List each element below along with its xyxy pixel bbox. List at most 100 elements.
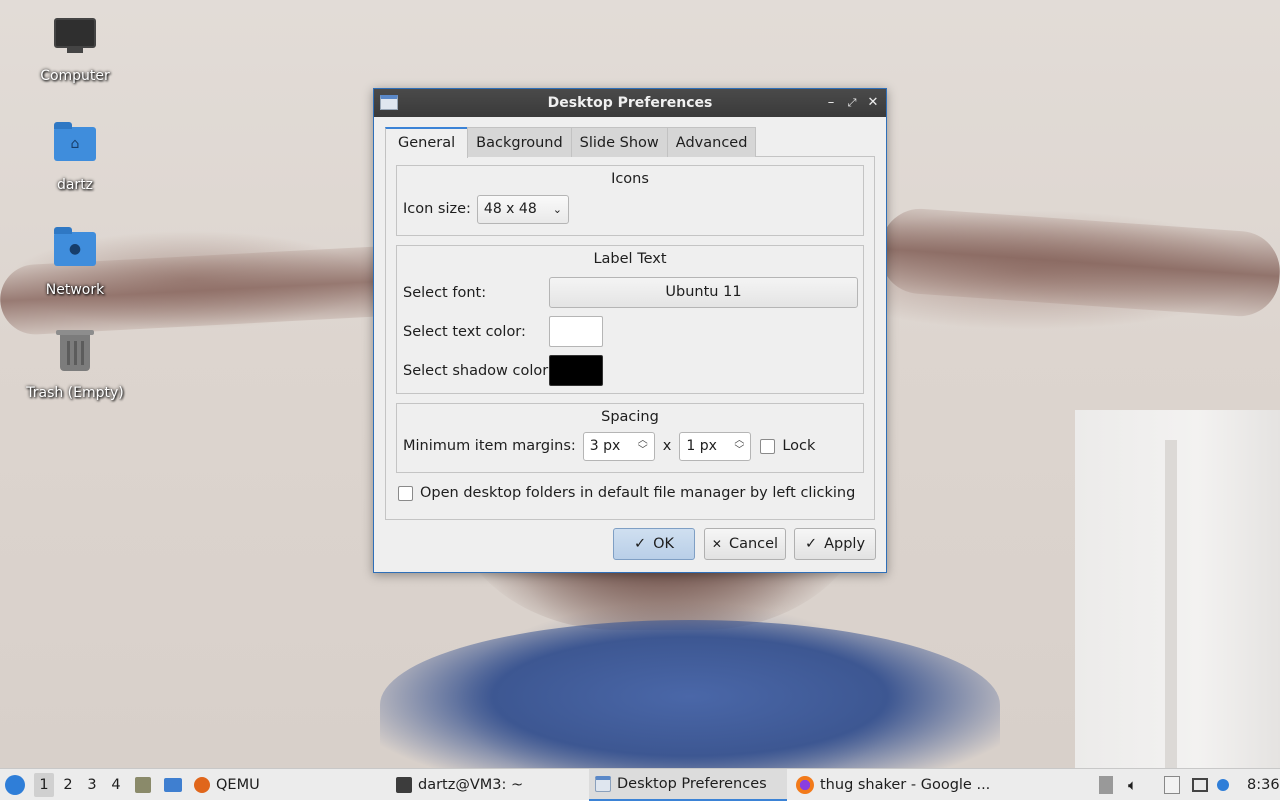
firefox-icon <box>796 776 814 794</box>
shadow-color-label: Select shadow color: <box>403 362 553 379</box>
text-color-button[interactable] <box>549 316 603 347</box>
tray-network[interactable] <box>1192 769 1208 801</box>
apply-button[interactable]: ✓ Apply <box>794 528 876 560</box>
icon-size-label: Icon size: <box>403 201 471 217</box>
desktop-icon-label: dartz <box>56 177 94 193</box>
clipboard-icon <box>1164 776 1180 794</box>
close-icon[interactable]: ✕ <box>864 93 882 113</box>
tab-advanced[interactable]: Advanced <box>666 127 757 157</box>
spacing-frame-title: Spacing <box>601 409 659 425</box>
dialog-button-row: ✓ OK ✕ Cancel ✓ Apply <box>385 528 876 560</box>
desktop-preferences-dialog: Desktop Preferences – ⤢ ✕ General Backgr… <box>373 88 887 573</box>
task-label: Desktop Preferences <box>617 776 767 792</box>
desktop-icon-label: Computer <box>40 68 110 84</box>
wallpaper-arm-right <box>877 206 1280 319</box>
workspace-3[interactable]: 3 <box>82 777 102 793</box>
tab-bar: General Background Slide Show Advanced <box>385 127 875 158</box>
lock-checkbox[interactable] <box>760 438 776 454</box>
clock[interactable]: 8:36 <box>1247 769 1280 801</box>
item-margins-label: Minimum item margins: <box>403 438 576 454</box>
wallpaper-jeans <box>380 620 1000 768</box>
task-qemu[interactable]: QEMU <box>188 769 266 801</box>
taskbar: 1 2 3 4 QEMU dartz@VM3: ~ Desktop Prefer… <box>0 768 1280 801</box>
network-icon <box>1192 778 1208 792</box>
tray-updates[interactable] <box>1217 769 1229 801</box>
icons-frame: Icons Icon size: 48 x 48 ⌄ <box>396 165 864 236</box>
ok-button[interactable]: ✓ OK <box>613 528 695 560</box>
wallpaper-door <box>1075 410 1280 768</box>
wallpaper-door-edge <box>1165 440 1177 768</box>
general-tab-page: Icons Icon size: 48 x 48 ⌄ Label Text Se… <box>385 156 875 520</box>
dialog-titlebar[interactable]: Desktop Preferences – ⤢ ✕ <box>374 89 886 117</box>
desktop-icon-network[interactable]: ● Network <box>20 226 130 298</box>
network-folder-icon: ● <box>53 227 97 276</box>
workspace-1[interactable]: 1 <box>34 773 54 797</box>
text-color-label: Select text color: <box>403 323 526 340</box>
icon-size-value: 48 x 48 <box>483 201 537 217</box>
lock-label: Lock <box>782 438 816 454</box>
tray-volume[interactable]: 🔈︎ <box>1128 769 1137 801</box>
workspace-4[interactable]: 4 <box>106 777 126 793</box>
file-manager-launcher[interactable] <box>135 769 151 801</box>
maximize-icon[interactable]: ⤢ <box>843 93 861 113</box>
cancel-button[interactable]: ✕ Cancel <box>704 528 786 560</box>
workspace-switcher: 1 2 3 4 <box>34 769 126 801</box>
task-terminal[interactable]: dartz@VM3: ~ <box>390 769 529 801</box>
margin-y-value: 1 px <box>686 438 717 454</box>
margin-x-value: 3 px <box>589 438 621 454</box>
select-font-label: Select font: <box>403 284 487 301</box>
checkmark-icon: ✓ <box>804 536 818 552</box>
apply-button-label: Apply <box>824 536 866 552</box>
task-label: thug shaker - Google ... <box>820 777 991 793</box>
ok-button-label: OK <box>653 536 675 552</box>
checkmark-icon: ✓ <box>633 536 647 552</box>
spin-arrows-icon[interactable]: ︿ ﹀ <box>734 436 744 456</box>
cancel-x-icon: ✕ <box>711 537 722 551</box>
home-folder-icon: ⌂ <box>53 122 97 171</box>
tray-eject[interactable] <box>1099 769 1113 801</box>
open-folders-label: Open desktop folders in default file man… <box>420 485 856 501</box>
computer-icon <box>53 18 97 62</box>
tab-slide-show[interactable]: Slide Show <box>570 127 668 157</box>
task-firefox[interactable]: thug shaker - Google ... <box>790 769 996 801</box>
file-manager-icon <box>135 777 151 793</box>
task-label: dartz@VM3: ~ <box>418 777 524 793</box>
desktop-icon-label: Trash (Empty) <box>26 385 124 401</box>
show-desktop-launcher[interactable] <box>164 769 182 801</box>
spacing-frame: Spacing Minimum item margins: 3 px ︿ ﹀ x … <box>396 403 864 473</box>
workspace-2[interactable]: 2 <box>58 777 78 793</box>
window-app-icon[interactable] <box>380 95 398 110</box>
margin-x-spinbox[interactable]: 3 px ︿ ﹀ <box>582 431 655 461</box>
eject-icon <box>1099 776 1113 794</box>
window-icon <box>595 776 611 792</box>
label-text-frame-title: Label Text <box>593 251 667 267</box>
icons-frame-title: Icons <box>611 171 649 187</box>
icon-size-dropdown[interactable]: 48 x 48 ⌄ <box>476 194 569 224</box>
tab-general[interactable]: General <box>385 127 469 158</box>
start-menu-button[interactable] <box>5 769 25 801</box>
lubuntu-logo-icon <box>5 775 25 795</box>
shadow-color-button[interactable] <box>549 355 603 386</box>
chevron-down-icon: ⌄ <box>552 202 562 216</box>
qemu-icon <box>194 777 210 793</box>
terminal-icon <box>396 777 412 793</box>
tab-background[interactable]: Background <box>467 127 572 157</box>
spin-arrows-icon[interactable]: ︿ ﹀ <box>638 436 648 456</box>
open-folders-checkbox[interactable] <box>398 485 413 501</box>
desktop-icon-label: Network <box>45 282 105 298</box>
tray-clipboard[interactable] <box>1164 769 1180 801</box>
cancel-button-label: Cancel <box>728 536 779 552</box>
trash-icon <box>53 330 97 379</box>
task-label: QEMU <box>216 777 260 793</box>
desktop-icon-computer[interactable]: Computer <box>20 16 130 84</box>
margin-y-spinbox[interactable]: 1 px ︿ ﹀ <box>679 431 752 461</box>
select-font-button[interactable]: Ubuntu 11 <box>549 277 858 308</box>
minimize-icon[interactable]: – <box>822 93 840 113</box>
label-text-frame: Label Text Select font: Ubuntu 11 Select… <box>396 245 864 394</box>
margin-separator: x <box>662 438 672 454</box>
task-desktop-preferences[interactable]: Desktop Preferences <box>589 769 787 801</box>
dialog-title: Desktop Preferences <box>547 95 713 111</box>
desktop-icon-trash[interactable]: Trash (Empty) <box>20 330 130 401</box>
show-desktop-icon <box>164 778 182 792</box>
desktop-icon-home-folder[interactable]: ⌂ dartz <box>20 121 130 193</box>
